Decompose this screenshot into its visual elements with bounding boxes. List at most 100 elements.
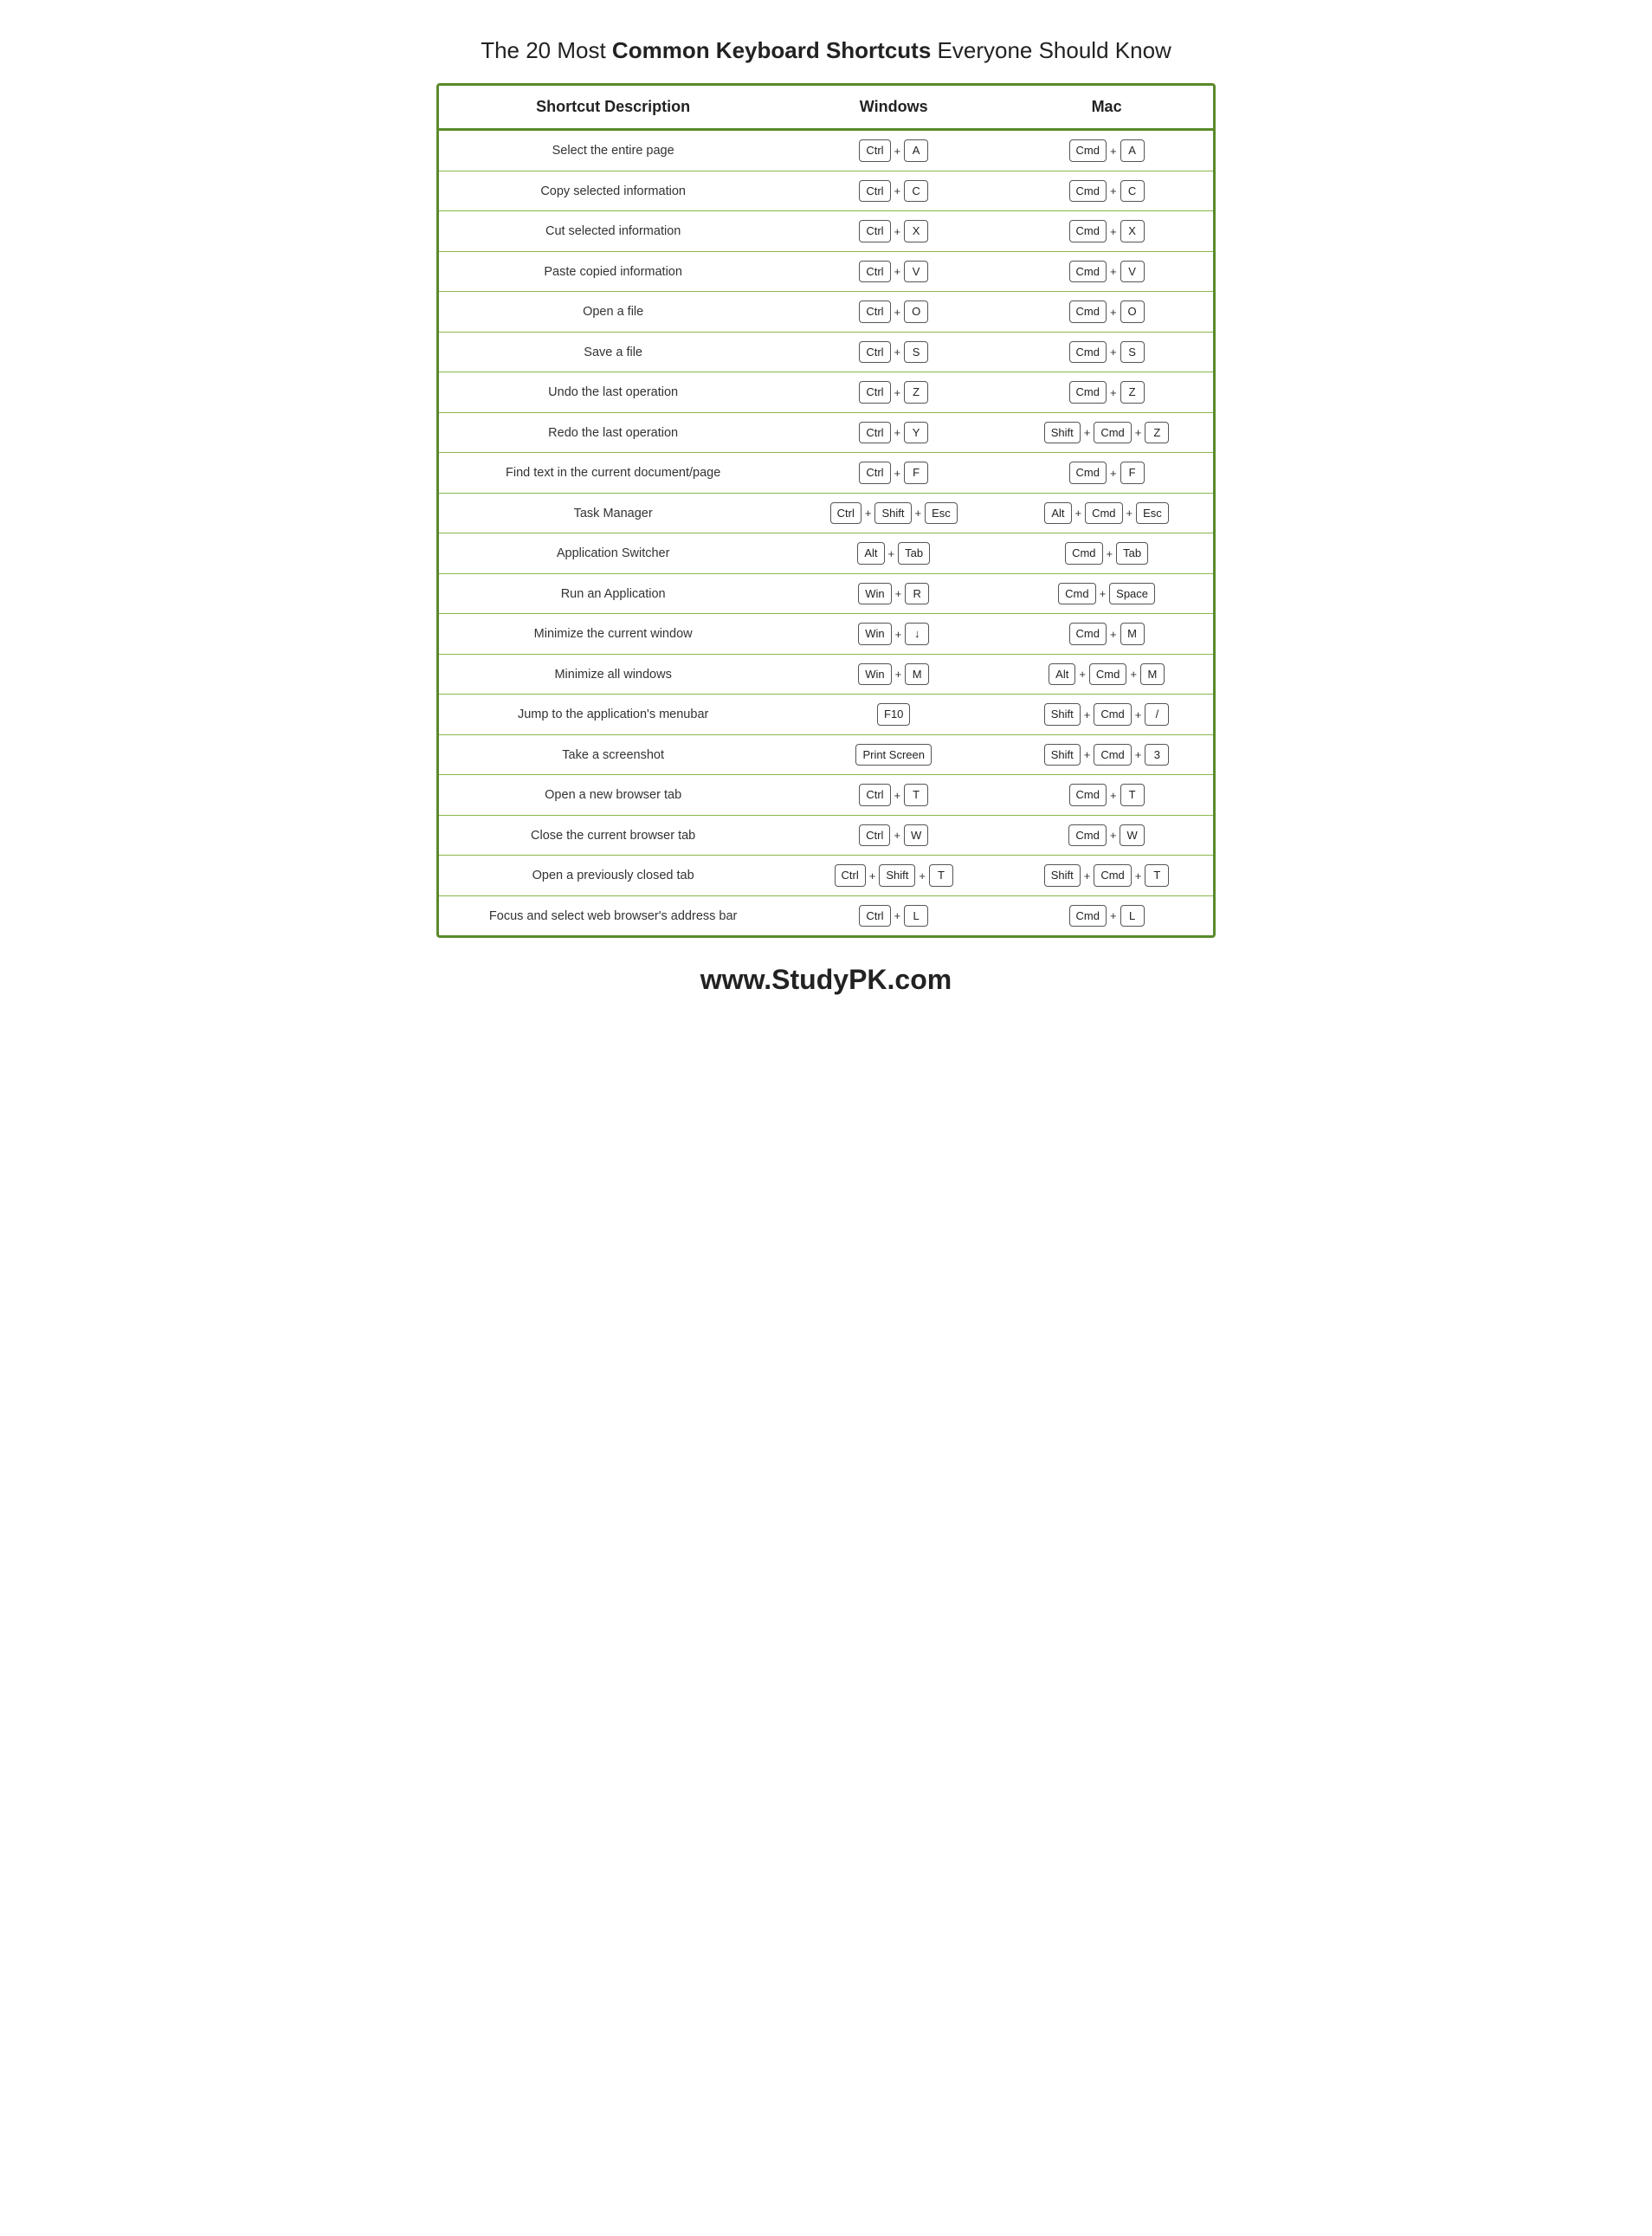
key: Ctrl bbox=[859, 180, 890, 203]
key-separator: + bbox=[1109, 909, 1118, 922]
key-separator: + bbox=[1083, 869, 1092, 882]
cell-windows: Ctrl+W bbox=[787, 815, 1000, 856]
table-row: Save a file Ctrl+S Cmd+S bbox=[439, 332, 1213, 372]
key-separator: + bbox=[1109, 184, 1118, 197]
key: Alt bbox=[1049, 663, 1075, 686]
cell-mac: Cmd+C bbox=[1000, 171, 1213, 211]
key: R bbox=[905, 583, 929, 605]
key: Ctrl bbox=[859, 220, 890, 242]
key-separator: + bbox=[1109, 346, 1118, 359]
main-title: The 20 Most Common Keyboard Shortcuts Ev… bbox=[436, 35, 1216, 66]
key-separator: + bbox=[894, 145, 902, 158]
key: A bbox=[904, 139, 928, 162]
key-separator: + bbox=[1109, 306, 1118, 319]
key-combo: Cmd+A bbox=[1069, 139, 1145, 162]
cell-description: Focus and select web browser's address b… bbox=[439, 895, 787, 935]
key-combo: Ctrl+Z bbox=[859, 381, 928, 404]
key: A bbox=[1120, 139, 1145, 162]
cell-mac: Cmd+O bbox=[1000, 292, 1213, 333]
table-row: Jump to the application's menubar F10 Shif… bbox=[439, 695, 1213, 735]
key: Cmd bbox=[1094, 744, 1131, 766]
key: Space bbox=[1109, 583, 1155, 605]
cell-description: Minimize the current window bbox=[439, 614, 787, 655]
key-separator: + bbox=[914, 507, 923, 520]
key-combo: Ctrl+Y bbox=[859, 422, 928, 444]
key: Ctrl bbox=[859, 905, 890, 927]
key-combo: F10 bbox=[877, 703, 910, 726]
key-separator: + bbox=[864, 507, 873, 520]
key-combo: Ctrl+S bbox=[859, 341, 928, 364]
key: Shift bbox=[874, 502, 911, 525]
key: M bbox=[1120, 623, 1145, 645]
title-part1: The 20 Most bbox=[481, 37, 612, 63]
cell-description: Run an Application bbox=[439, 573, 787, 614]
key: Ctrl bbox=[859, 341, 890, 364]
key-separator: + bbox=[893, 829, 901, 842]
cell-description: Jump to the application's menubar bbox=[439, 695, 787, 735]
key: Cmd bbox=[1069, 220, 1107, 242]
key-combo: Alt+Tab bbox=[857, 542, 930, 565]
key: Cmd bbox=[1069, 301, 1107, 323]
key-separator: + bbox=[1109, 467, 1118, 480]
key-separator: + bbox=[894, 386, 902, 399]
key: Cmd bbox=[1069, 623, 1107, 645]
cell-description: Save a file bbox=[439, 332, 787, 372]
key-combo: Win+↓ bbox=[858, 623, 929, 645]
key-separator: + bbox=[894, 909, 902, 922]
cell-windows: Alt+Tab bbox=[787, 533, 1000, 574]
cell-mac: Cmd+Z bbox=[1000, 372, 1213, 413]
cell-mac: Cmd+W bbox=[1000, 815, 1213, 856]
key: F10 bbox=[877, 703, 910, 726]
key-combo: Cmd+S bbox=[1069, 341, 1145, 364]
table-row: Cut selected informationCtrl+XCmd+X bbox=[439, 211, 1213, 252]
cell-mac: Shift+Cmd+/ bbox=[1000, 695, 1213, 735]
key-combo: Ctrl+A bbox=[859, 139, 928, 162]
key: 3 bbox=[1145, 744, 1169, 766]
key-combo: Print Screen bbox=[855, 744, 932, 766]
cell-description: Redo the last operation bbox=[439, 412, 787, 453]
key: Cmd bbox=[1069, 462, 1107, 484]
cell-windows: Ctrl+Z bbox=[787, 372, 1000, 413]
key-separator: + bbox=[1083, 426, 1092, 439]
key-combo: Win+M bbox=[858, 663, 929, 686]
cell-mac: Cmd+X bbox=[1000, 211, 1213, 252]
key: V bbox=[1120, 261, 1145, 283]
cell-mac: Shift+Cmd+T bbox=[1000, 856, 1213, 896]
key: Cmd bbox=[1068, 824, 1106, 847]
key-separator: + bbox=[894, 225, 902, 238]
key-separator: + bbox=[1134, 748, 1143, 761]
key: T bbox=[1145, 864, 1169, 887]
table-row: Redo the last operationCtrl+YShift+Cmd+Z bbox=[439, 412, 1213, 453]
key-combo: Win+R bbox=[858, 583, 929, 605]
cell-windows: Win+↓ bbox=[787, 614, 1000, 655]
key: Ctrl bbox=[830, 502, 861, 525]
key-combo: Ctrl+V bbox=[859, 261, 928, 283]
key: Win bbox=[858, 663, 891, 686]
key-separator: + bbox=[894, 587, 903, 600]
key: Cmd bbox=[1089, 663, 1126, 686]
footer-text: www.StudyPK.com bbox=[700, 964, 952, 995]
cell-windows: Ctrl+F bbox=[787, 453, 1000, 494]
cell-description: Task Manager bbox=[439, 493, 787, 533]
key-combo: Cmd+X bbox=[1069, 220, 1145, 242]
key: Y bbox=[904, 422, 928, 444]
key: Ctrl bbox=[859, 824, 890, 847]
title-part2: Everyone Should Know bbox=[931, 37, 1171, 63]
key-separator: + bbox=[868, 869, 877, 882]
key: Ctrl bbox=[859, 261, 890, 283]
key-separator: + bbox=[1134, 869, 1143, 882]
key-combo: Cmd+O bbox=[1069, 301, 1145, 323]
table-row: Minimize all windowsWin+MAlt+Cmd+M bbox=[439, 654, 1213, 695]
key: Cmd bbox=[1058, 583, 1095, 605]
key-combo: Cmd+T bbox=[1069, 784, 1145, 806]
cell-mac: Cmd+T bbox=[1000, 775, 1213, 816]
key-combo: Alt+Cmd+M bbox=[1049, 663, 1165, 686]
key-separator: + bbox=[1126, 507, 1134, 520]
key: ↓ bbox=[905, 623, 929, 645]
key: L bbox=[904, 905, 928, 927]
shortcuts-table: Shortcut Description Windows Mac Select … bbox=[439, 86, 1213, 935]
cell-description: Open a previously closed tab bbox=[439, 856, 787, 896]
key: Cmd bbox=[1069, 905, 1107, 927]
key-combo: Cmd+Tab bbox=[1065, 542, 1148, 565]
key-separator: + bbox=[1129, 668, 1138, 681]
